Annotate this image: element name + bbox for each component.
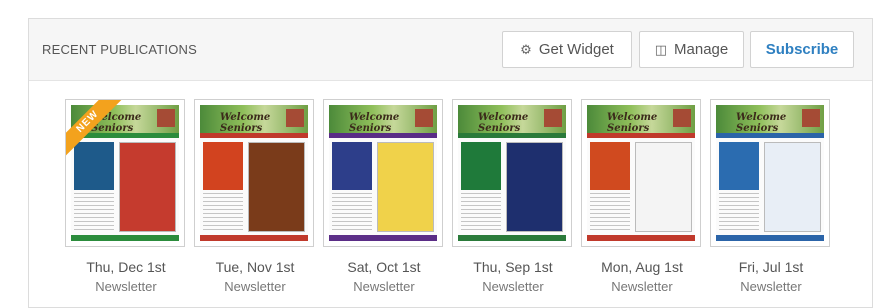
subscribe-label: Subscribe bbox=[765, 41, 839, 58]
publication-date[interactable]: Thu, Dec 1st bbox=[65, 259, 187, 275]
document-icon: ◫ bbox=[654, 41, 668, 57]
publication-thumbnail[interactable]: Welcome Seniors bbox=[323, 99, 443, 247]
house-illustration-icon bbox=[157, 109, 175, 127]
cover-masthead: Welcome Seniors bbox=[716, 105, 824, 134]
cover-text-lines bbox=[590, 193, 630, 233]
publication-type: Newsletter bbox=[353, 279, 415, 294]
house-illustration-icon bbox=[802, 109, 820, 127]
cover-right-block bbox=[635, 142, 692, 232]
publication-thumbnail[interactable]: Welcome Seniors bbox=[581, 99, 701, 247]
cover-right-block bbox=[119, 142, 176, 232]
publication-thumbnail[interactable]: Welcome Seniors bbox=[710, 99, 830, 247]
manage-button[interactable]: ◫ Manage bbox=[639, 31, 744, 68]
publication-type: Newsletter bbox=[611, 279, 673, 294]
cover-strip bbox=[716, 133, 824, 138]
get-widget-button[interactable]: ⚙ Get Widget bbox=[502, 31, 632, 68]
publication-date[interactable]: Tue, Nov 1st bbox=[194, 259, 316, 275]
manage-label: Manage bbox=[674, 41, 729, 58]
publication-type: Newsletter bbox=[224, 279, 286, 294]
publication-date[interactable]: Mon, Aug 1st bbox=[581, 259, 703, 275]
cover-right-block bbox=[248, 142, 305, 232]
newsletter-cover: Welcome Seniors bbox=[587, 105, 695, 241]
cover-footer bbox=[716, 235, 824, 241]
publication-thumbnail[interactable]: Welcome Seniors NEW bbox=[65, 99, 185, 247]
cover-text-lines bbox=[203, 193, 243, 233]
newsletter-cover: Welcome Seniors bbox=[329, 105, 437, 241]
cover-footer bbox=[458, 235, 566, 241]
cover-footer bbox=[200, 235, 308, 241]
cover-text-lines bbox=[719, 193, 759, 233]
house-illustration-icon bbox=[544, 109, 562, 127]
publication-type: Newsletter bbox=[482, 279, 544, 294]
cover-left-block bbox=[590, 142, 630, 190]
cover-left-block bbox=[461, 142, 501, 190]
newsletter-cover: Welcome Seniors bbox=[458, 105, 566, 241]
cover-footer bbox=[329, 235, 437, 241]
cover-left-block bbox=[74, 142, 114, 190]
publication-date[interactable]: Thu, Sep 1st bbox=[452, 259, 574, 275]
cover-strip bbox=[329, 133, 437, 138]
house-illustration-icon bbox=[286, 109, 304, 127]
cover-text-lines bbox=[332, 193, 372, 233]
cover-left-block bbox=[332, 142, 372, 190]
subscribe-button[interactable]: Subscribe bbox=[750, 31, 854, 68]
cover-masthead: Welcome Seniors bbox=[329, 105, 437, 134]
cover-left-block bbox=[719, 142, 759, 190]
section-title: RECENT PUBLICATIONS bbox=[42, 42, 198, 57]
cover-right-block bbox=[506, 142, 563, 232]
cover-text-lines bbox=[461, 193, 501, 233]
cover-right-block bbox=[764, 142, 821, 232]
publication-type: Newsletter bbox=[95, 279, 157, 294]
newsletter-cover: Welcome Seniors bbox=[200, 105, 308, 241]
get-widget-label: Get Widget bbox=[538, 41, 614, 58]
cover-masthead: Welcome Seniors bbox=[587, 105, 695, 134]
publication-thumbnail[interactable]: Welcome Seniors bbox=[194, 99, 314, 247]
panel-header: RECENT PUBLICATIONS ⚙ Get Widget ◫ Manag… bbox=[29, 19, 872, 81]
cover-masthead: Welcome Seniors bbox=[458, 105, 566, 134]
cover-text-lines bbox=[74, 193, 114, 233]
cover-footer bbox=[587, 235, 695, 241]
cover-left-block bbox=[203, 142, 243, 190]
recent-publications-panel: RECENT PUBLICATIONS ⚙ Get Widget ◫ Manag… bbox=[28, 18, 873, 308]
publication-date[interactable]: Sat, Oct 1st bbox=[323, 259, 445, 275]
cover-strip bbox=[458, 133, 566, 138]
cover-strip bbox=[200, 133, 308, 138]
publication-thumbnail[interactable]: Welcome Seniors bbox=[452, 99, 572, 247]
cover-footer bbox=[71, 235, 179, 241]
publication-date[interactable]: Fri, Jul 1st bbox=[710, 259, 832, 275]
newsletter-cover: Welcome Seniors bbox=[716, 105, 824, 241]
house-illustration-icon bbox=[415, 109, 433, 127]
publication-type: Newsletter bbox=[740, 279, 802, 294]
cover-strip bbox=[587, 133, 695, 138]
house-illustration-icon bbox=[673, 109, 691, 127]
cover-right-block bbox=[377, 142, 434, 232]
gear-icon: ⚙ bbox=[520, 41, 532, 57]
cover-masthead: Welcome Seniors bbox=[200, 105, 308, 134]
